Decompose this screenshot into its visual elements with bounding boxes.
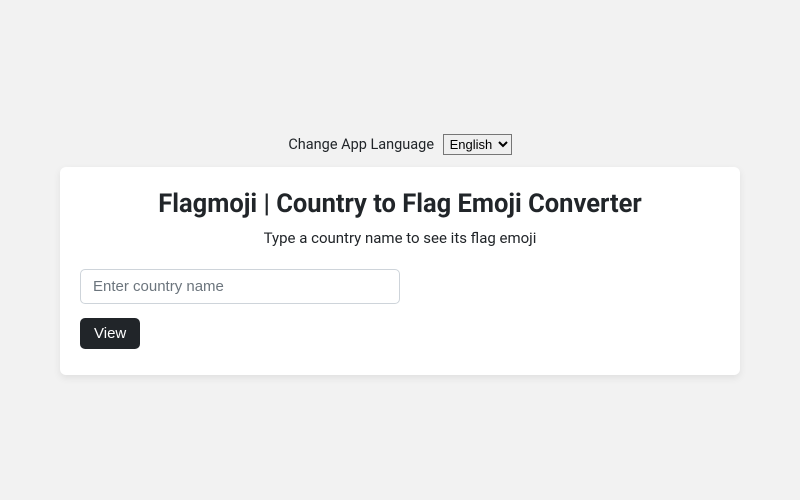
page-subtitle: Type a country name to see its flag emoj… <box>80 229 720 247</box>
main-card: Flagmoji | Country to Flag Emoji Convert… <box>60 167 740 375</box>
language-bar: Change App Language English <box>0 134 800 155</box>
page-title: Flagmoji | Country to Flag Emoji Convert… <box>80 189 720 219</box>
input-row <box>80 269 720 304</box>
country-input[interactable] <box>80 269 400 304</box>
language-select[interactable]: English <box>443 134 512 155</box>
language-label: Change App Language <box>288 136 434 153</box>
view-button[interactable]: View <box>80 318 140 349</box>
